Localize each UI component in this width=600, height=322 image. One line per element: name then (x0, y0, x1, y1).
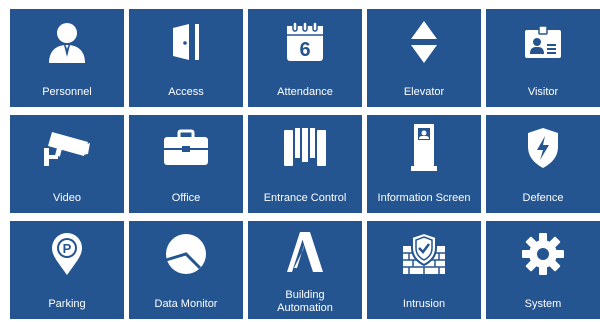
tile-label: Entrance Control (263, 192, 347, 204)
kiosk-icon (367, 124, 481, 171)
id-badge-icon (486, 19, 600, 65)
firewall-shield-icon (367, 231, 481, 277)
tile-defence[interactable]: Defence (486, 115, 600, 213)
gear-icon (486, 231, 600, 277)
tile-label: Building Automation (277, 289, 333, 314)
cctv-camera-icon (10, 125, 124, 171)
tile-office[interactable]: Office (129, 115, 243, 213)
svg-text:P: P (63, 241, 72, 256)
tile-label: Visitor (527, 86, 559, 98)
tile-intrusion[interactable]: Intrusion (367, 221, 481, 319)
tile-label: Parking (48, 298, 86, 310)
tile-video[interactable]: Video (10, 115, 124, 213)
tile-access[interactable]: Access (129, 9, 243, 107)
briefcase-icon (129, 125, 243, 171)
tile-label: Defence (522, 192, 564, 204)
tile-label: Video (53, 192, 81, 204)
tile-attendance[interactable]: 6 Attendance (248, 9, 362, 107)
tile-label: Information Screen (377, 192, 471, 204)
door-icon (129, 19, 243, 65)
module-grid: Personnel Access 6 Attendance Elevator V… (10, 9, 600, 319)
tile-building-automation[interactable]: Building Automation (248, 221, 362, 319)
up-down-arrows-icon (367, 19, 481, 65)
tile-parking[interactable]: P Parking (10, 221, 124, 319)
svg-text:6: 6 (299, 39, 310, 61)
tile-label: Access (168, 86, 204, 98)
tile-label: Intrusion (402, 298, 446, 310)
tile-information-screen[interactable]: Information Screen (367, 115, 481, 213)
turnstile-icon (248, 125, 362, 171)
tile-visitor[interactable]: Visitor (486, 9, 600, 107)
person-icon (10, 19, 124, 65)
tile-data-monitor[interactable]: Data Monitor (129, 221, 243, 319)
tile-personnel[interactable]: Personnel (10, 9, 124, 107)
tile-label: Personnel (42, 86, 92, 98)
tile-label: System (524, 298, 562, 310)
tile-elevator[interactable]: Elevator (367, 9, 481, 107)
tile-entrance-control[interactable]: Entrance Control (248, 115, 362, 213)
tile-label: Office (171, 192, 201, 204)
tile-system[interactable]: System (486, 221, 600, 319)
tile-label: Data Monitor (154, 298, 218, 310)
tile-label: Attendance (277, 86, 333, 98)
tile-label: Elevator (403, 86, 445, 98)
shield-bolt-icon (486, 125, 600, 171)
parking-pin-icon: P (10, 231, 124, 277)
a-logo-icon (248, 229, 362, 275)
calendar-icon: 6 (248, 19, 362, 65)
pie-chart-icon (129, 231, 243, 277)
